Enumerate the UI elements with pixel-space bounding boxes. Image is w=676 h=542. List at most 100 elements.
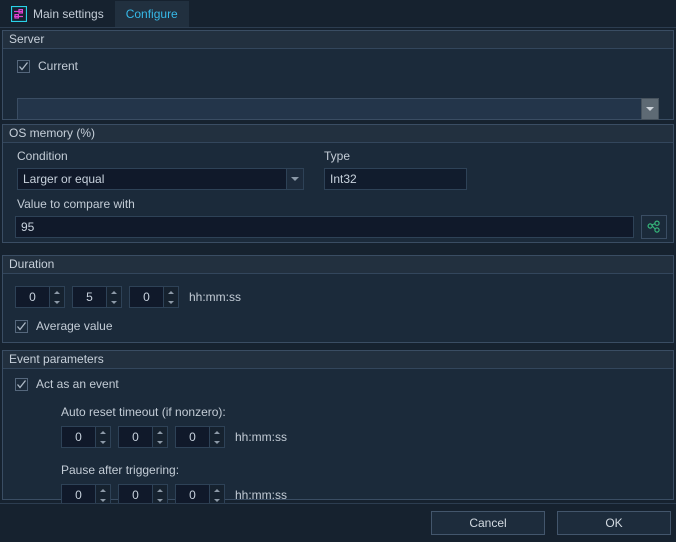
auto-reset-format-label: hh:mm:ss — [235, 430, 288, 444]
auto-reset-seconds-stepper[interactable]: 0 — [175, 426, 225, 448]
tab-configure[interactable]: Configure — [114, 1, 189, 27]
server-group-body: Current — [3, 49, 673, 120]
act-as-event-checkbox-label: Act as an event — [36, 377, 119, 391]
server-group: Server Current — [2, 30, 674, 120]
pause-seconds-increment[interactable] — [210, 485, 224, 495]
ok-button[interactable]: OK — [557, 511, 671, 535]
duration-hours-decrement[interactable] — [50, 297, 64, 307]
auto-reset-seconds-increment[interactable] — [210, 427, 224, 437]
current-checkbox-box[interactable] — [17, 59, 30, 73]
triangle-up-icon — [157, 488, 163, 492]
tab-bar: Main settings Configure — [0, 0, 676, 28]
cancel-button[interactable]: Cancel — [431, 511, 545, 535]
check-icon — [17, 379, 27, 389]
triangle-up-icon — [168, 290, 174, 294]
chevron-down-icon — [646, 107, 654, 111]
value-to-compare-label: Value to compare with — [17, 197, 135, 211]
duration-group-body: 0 5 0 hh:mm:ss Average value — [3, 274, 673, 343]
auto-reset-hours-increment[interactable] — [96, 427, 110, 437]
auto-reset-minutes-decrement[interactable] — [153, 437, 167, 447]
sliders-icon — [10, 5, 28, 23]
condition-select[interactable]: Larger or equal — [17, 168, 304, 190]
dialog-footer: Cancel OK — [0, 503, 676, 542]
triangle-up-icon — [157, 430, 163, 434]
share-nodes-button[interactable] — [641, 215, 667, 239]
duration-seconds-decrement[interactable] — [164, 297, 178, 307]
type-field: Int32 — [324, 168, 467, 190]
duration-seconds-increment[interactable] — [164, 287, 178, 297]
server-select-value — [17, 98, 641, 120]
auto-reset-timeout-label: Auto reset timeout (if nonzero): — [61, 405, 226, 419]
check-icon — [19, 61, 29, 71]
average-value-checkbox-label: Average value — [36, 319, 113, 333]
type-label: Type — [324, 149, 351, 163]
auto-reset-hours-stepper[interactable]: 0 — [61, 426, 111, 448]
duration-minutes-decrement[interactable] — [107, 297, 121, 307]
pause-after-triggering-label: Pause after triggering: — [61, 463, 180, 477]
triangle-up-icon — [214, 488, 220, 492]
auto-reset-seconds-value[interactable]: 0 — [175, 426, 209, 448]
os-memory-group: OS memory (%) Condition Larger or equal … — [2, 124, 674, 243]
current-checkbox[interactable]: Current — [17, 59, 78, 73]
duration-hours-increment[interactable] — [50, 287, 64, 297]
server-select-arrow[interactable] — [641, 98, 659, 120]
current-checkbox-label: Current — [38, 59, 79, 73]
average-value-checkbox-box[interactable] — [15, 319, 28, 333]
triangle-down-icon — [100, 440, 106, 444]
chevron-down-icon — [291, 177, 299, 181]
server-group-title: Server — [3, 31, 673, 49]
duration-minutes-value[interactable]: 5 — [72, 286, 106, 308]
auto-reset-hours-value[interactable]: 0 — [61, 426, 95, 448]
pause-format-label: hh:mm:ss — [235, 488, 288, 502]
configure-dialog: Main settings Configure Server Current O… — [0, 0, 676, 542]
pause-minutes-increment[interactable] — [153, 485, 167, 495]
auto-reset-hours-decrement[interactable] — [96, 437, 110, 447]
event-parameters-group-body: Act as an event Auto reset timeout (if n… — [3, 369, 673, 506]
value-to-compare-input[interactable]: 95 — [15, 216, 634, 238]
auto-reset-seconds-buttons[interactable] — [209, 426, 225, 448]
event-parameters-group-title: Event parameters — [3, 351, 673, 369]
triangle-down-icon — [54, 300, 60, 304]
duration-seconds-stepper[interactable]: 0 — [129, 286, 179, 308]
triangle-down-icon — [214, 440, 220, 444]
duration-minutes-increment[interactable] — [107, 287, 121, 297]
check-icon — [17, 321, 27, 331]
tab-main-settings[interactable]: Main settings — [0, 1, 115, 27]
triangle-down-icon — [100, 498, 106, 502]
triangle-up-icon — [111, 290, 117, 294]
duration-time-row: 0 5 0 hh:mm:ss — [15, 286, 241, 308]
duration-group: Duration 0 5 0 hh:mm:ss Average value — [2, 255, 674, 343]
triangle-down-icon — [111, 300, 117, 304]
average-value-checkbox[interactable]: Average value — [15, 319, 113, 333]
condition-label: Condition — [17, 149, 68, 163]
auto-reset-minutes-stepper[interactable]: 0 — [118, 426, 168, 448]
auto-reset-minutes-increment[interactable] — [153, 427, 167, 437]
event-parameters-group: Event parameters Act as an event Auto re… — [2, 350, 674, 506]
act-as-event-checkbox[interactable]: Act as an event — [15, 377, 119, 391]
triangle-up-icon — [214, 430, 220, 434]
pause-hours-increment[interactable] — [96, 485, 110, 495]
duration-seconds-value[interactable]: 0 — [129, 286, 163, 308]
auto-reset-minutes-buttons[interactable] — [152, 426, 168, 448]
auto-reset-seconds-decrement[interactable] — [210, 437, 224, 447]
auto-reset-minutes-value[interactable]: 0 — [118, 426, 152, 448]
triangle-up-icon — [54, 290, 60, 294]
duration-group-title: Duration — [3, 256, 673, 274]
duration-hours-value[interactable]: 0 — [15, 286, 49, 308]
server-select[interactable] — [17, 98, 659, 120]
duration-hours-buttons[interactable] — [49, 286, 65, 308]
os-memory-group-body: Condition Larger or equal Type Int32 Val… — [3, 143, 673, 243]
auto-reset-hours-buttons[interactable] — [95, 426, 111, 448]
condition-select-arrow[interactable] — [286, 168, 304, 190]
triangle-down-icon — [157, 498, 163, 502]
triangle-up-icon — [100, 430, 106, 434]
duration-hours-stepper[interactable]: 0 — [15, 286, 65, 308]
duration-minutes-stepper[interactable]: 5 — [72, 286, 122, 308]
duration-format-label: hh:mm:ss — [189, 290, 242, 304]
duration-seconds-buttons[interactable] — [163, 286, 179, 308]
act-as-event-checkbox-box[interactable] — [15, 377, 28, 391]
duration-minutes-buttons[interactable] — [106, 286, 122, 308]
condition-select-value: Larger or equal — [17, 168, 286, 190]
os-memory-group-title: OS memory (%) — [3, 125, 673, 143]
tab-configure-label: Configure — [125, 7, 178, 21]
